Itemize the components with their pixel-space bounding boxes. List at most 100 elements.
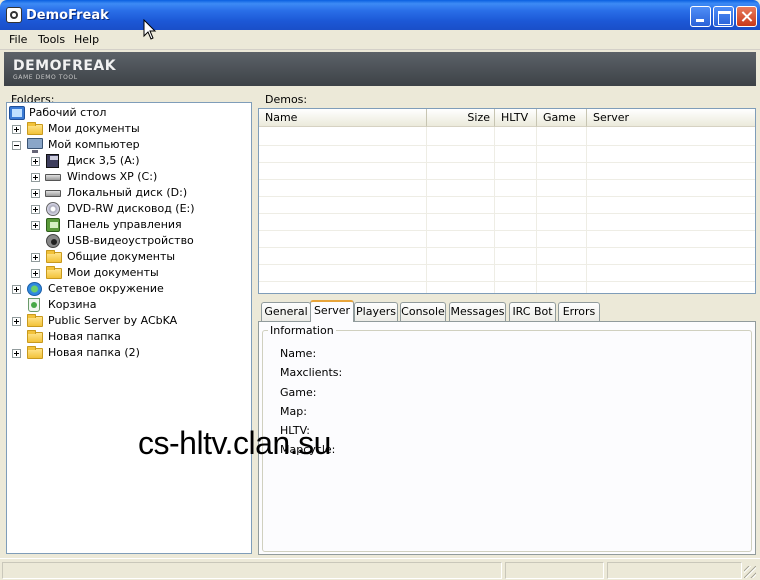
status-panel-1 [2, 562, 502, 579]
grid-line [259, 196, 755, 197]
tree-item-network[interactable]: Сетевое окружение [7, 281, 251, 297]
tree-item-my-documents[interactable]: Мои документы [7, 121, 251, 137]
tab-general[interactable]: General [261, 302, 311, 321]
status-panel-3 [607, 562, 742, 579]
column-header-hltv[interactable]: HLTV [495, 109, 537, 127]
folder-icon [27, 122, 43, 135]
tree-item-desktop[interactable]: Рабочий стол [7, 105, 251, 121]
control-panel-icon [46, 218, 60, 232]
grid-line [259, 281, 755, 282]
demos-label: Demos: [265, 93, 308, 106]
tree-item-my-documents-2[interactable]: Мои документы [7, 265, 251, 281]
maximize-button[interactable] [713, 6, 734, 27]
title-bar[interactable]: DemoFreak [0, 0, 760, 30]
expand-plus-icon[interactable] [31, 221, 40, 230]
banner-subtitle: GAME DEMO TOOL [13, 74, 78, 81]
hard-drive-icon [45, 174, 61, 181]
tree-item-floppy-a[interactable]: Диск 3,5 (A:) [7, 153, 251, 169]
usb-camera-icon [46, 234, 60, 248]
expand-plus-icon[interactable] [31, 173, 40, 182]
desktop-icon [9, 106, 25, 120]
column-header-game[interactable]: Game [537, 109, 587, 127]
detail-tabs: General Server Players Console Messages … [258, 300, 758, 322]
tab-console[interactable]: Console [400, 302, 446, 321]
tree-item-shared-documents[interactable]: Общие документы [7, 249, 251, 265]
grid-line [259, 213, 755, 214]
grid-line [259, 179, 755, 180]
grid-line [259, 247, 755, 248]
tree-item-new-folder-2[interactable]: Новая папка (2) [7, 345, 251, 361]
grid-line [586, 127, 587, 293]
computer-icon [27, 138, 43, 153]
expand-plus-icon[interactable] [12, 125, 21, 134]
expand-plus-icon[interactable] [12, 285, 21, 294]
tree-item-dvd-e[interactable]: DVD-RW дисковод (E:) [7, 201, 251, 217]
status-bar [0, 558, 760, 580]
pane-splitter[interactable] [253, 88, 257, 556]
grid-line [259, 230, 755, 231]
tab-messages[interactable]: Messages [449, 302, 506, 321]
watermark-text: cs-hltv.clan.su [138, 425, 331, 461]
info-label-name: Name: [280, 347, 317, 360]
menu-help[interactable]: Help [74, 33, 99, 46]
demofreak-app-icon[interactable] [6, 7, 22, 23]
tree-item-public-server[interactable]: Public Server by ACbKA [7, 313, 251, 329]
column-header-name[interactable]: Name [259, 109, 427, 127]
status-panel-2 [505, 562, 604, 579]
network-icon [27, 282, 42, 296]
folder-icon [46, 250, 62, 263]
info-label-map: Map: [280, 405, 307, 418]
resize-grip-icon[interactable] [744, 566, 756, 578]
hard-drive-icon [45, 190, 61, 197]
expand-plus-icon[interactable] [31, 189, 40, 198]
column-header-size[interactable]: Size [427, 109, 495, 127]
grid-line [259, 162, 755, 163]
collapse-minus-icon[interactable] [12, 141, 21, 150]
folder-icon [46, 266, 62, 279]
app-banner: DEMOFREAK GAME DEMO TOOL [4, 52, 756, 86]
grid-line [259, 145, 755, 146]
tab-irc-bot[interactable]: IRC Bot [509, 302, 556, 321]
tree-item-new-folder[interactable]: Новая папка [7, 329, 251, 345]
expand-plus-icon[interactable] [12, 317, 21, 326]
menu-file[interactable]: File [9, 33, 27, 46]
info-label-maxclients: Maxclients: [280, 366, 343, 379]
demos-list[interactable]: Name Size HLTV Game Server [258, 108, 756, 294]
folder-icon [27, 314, 43, 327]
expand-plus-icon[interactable] [31, 253, 40, 262]
minimize-button[interactable] [690, 6, 711, 27]
grid-line [494, 127, 495, 293]
column-header-server[interactable]: Server [587, 109, 755, 127]
information-group-title: Information [268, 324, 336, 337]
dvd-drive-icon [46, 202, 60, 216]
mouse-cursor-icon [143, 19, 157, 40]
expand-plus-icon[interactable] [31, 269, 40, 278]
floppy-icon [46, 154, 59, 168]
folder-icon [27, 330, 43, 343]
grid-line [259, 264, 755, 265]
window-title: DemoFreak [26, 8, 109, 23]
grid-line [536, 127, 537, 293]
close-button[interactable] [736, 6, 757, 27]
tree-item-recycle-bin[interactable]: Корзина [7, 297, 251, 313]
menu-bar: File Tools Help [0, 30, 760, 50]
tree-item-control-panel[interactable]: Панель управления [7, 217, 251, 233]
tree-item-usb-video[interactable]: USB-видеоустройство [7, 233, 251, 249]
tree-item-my-computer[interactable]: Мой компьютер [7, 137, 251, 153]
tab-players[interactable]: Players [354, 302, 398, 321]
tree-item-drive-c[interactable]: Windows XP (C:) [7, 169, 251, 185]
expand-plus-icon[interactable] [31, 157, 40, 166]
expand-plus-icon[interactable] [31, 205, 40, 214]
tree-item-drive-d[interactable]: Локальный диск (D:) [7, 185, 251, 201]
menu-tools[interactable]: Tools [38, 33, 65, 46]
folder-tree[interactable]: Рабочий стол Мои документы Мой компьютер… [6, 102, 252, 554]
information-groupbox [262, 330, 752, 552]
tab-errors[interactable]: Errors [558, 302, 600, 321]
banner-logo-text: DEMOFREAK [13, 58, 117, 74]
folder-icon [27, 346, 43, 359]
recycle-bin-icon [28, 298, 40, 312]
expand-plus-icon[interactable] [12, 349, 21, 358]
info-label-game: Game: [280, 386, 317, 399]
grid-line [426, 127, 427, 293]
tab-server[interactable]: Server [310, 300, 354, 322]
